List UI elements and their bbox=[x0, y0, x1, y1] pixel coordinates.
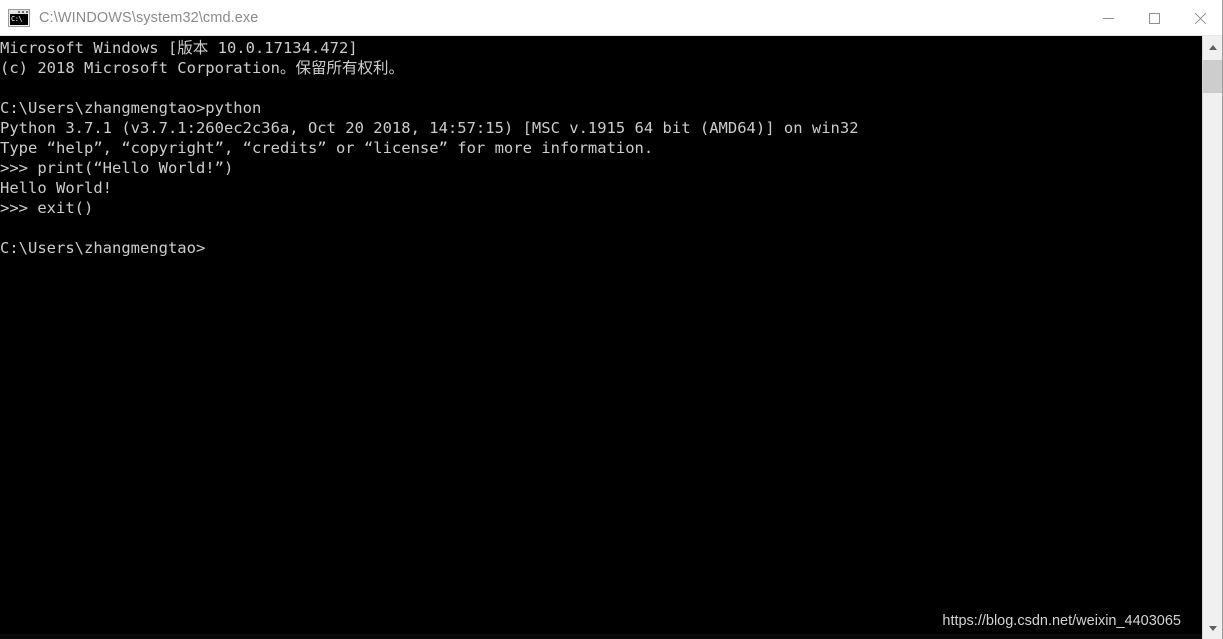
maximize-button[interactable] bbox=[1131, 0, 1177, 36]
console-bottom-edge bbox=[0, 634, 1202, 639]
title-bar[interactable]: C:\ C:\WINDOWS\system32\cmd.exe bbox=[0, 0, 1223, 36]
scroll-down-button[interactable] bbox=[1203, 617, 1223, 639]
chevron-up-icon bbox=[1209, 44, 1217, 50]
maximize-icon bbox=[1148, 12, 1160, 24]
scroll-up-button[interactable] bbox=[1203, 36, 1223, 58]
scrollbar-track[interactable] bbox=[1203, 58, 1223, 617]
window-title: C:\WINDOWS\system32\cmd.exe bbox=[39, 10, 259, 26]
close-icon bbox=[1194, 12, 1207, 25]
minimize-button[interactable] bbox=[1085, 0, 1131, 36]
chevron-down-icon bbox=[1209, 625, 1217, 631]
console-text: Microsoft Windows [版本 10.0.17134.472] (c… bbox=[0, 39, 859, 257]
window-controls bbox=[1085, 0, 1223, 36]
close-button[interactable] bbox=[1177, 0, 1223, 36]
cmd-icon-dot bbox=[26, 11, 28, 13]
cmd-window: C:\ C:\WINDOWS\system32\cmd.exe Microsof… bbox=[0, 0, 1223, 639]
minimize-icon bbox=[1102, 17, 1114, 19]
scrollbar-thumb[interactable] bbox=[1203, 60, 1223, 93]
console-output-area[interactable]: Microsoft Windows [版本 10.0.17134.472] (c… bbox=[0, 36, 1202, 639]
cmd-icon: C:\ bbox=[8, 9, 30, 27]
cmd-icon-dot bbox=[18, 11, 20, 13]
watermark: https://blog.csdn.net/weixin_4403065 bbox=[942, 613, 1181, 629]
cmd-icon-dot bbox=[22, 11, 24, 13]
cmd-icon-screen: C:\ bbox=[10, 14, 28, 25]
title-bar-left: C:\ C:\WINDOWS\system32\cmd.exe bbox=[8, 0, 258, 36]
vertical-scrollbar[interactable] bbox=[1202, 36, 1223, 639]
